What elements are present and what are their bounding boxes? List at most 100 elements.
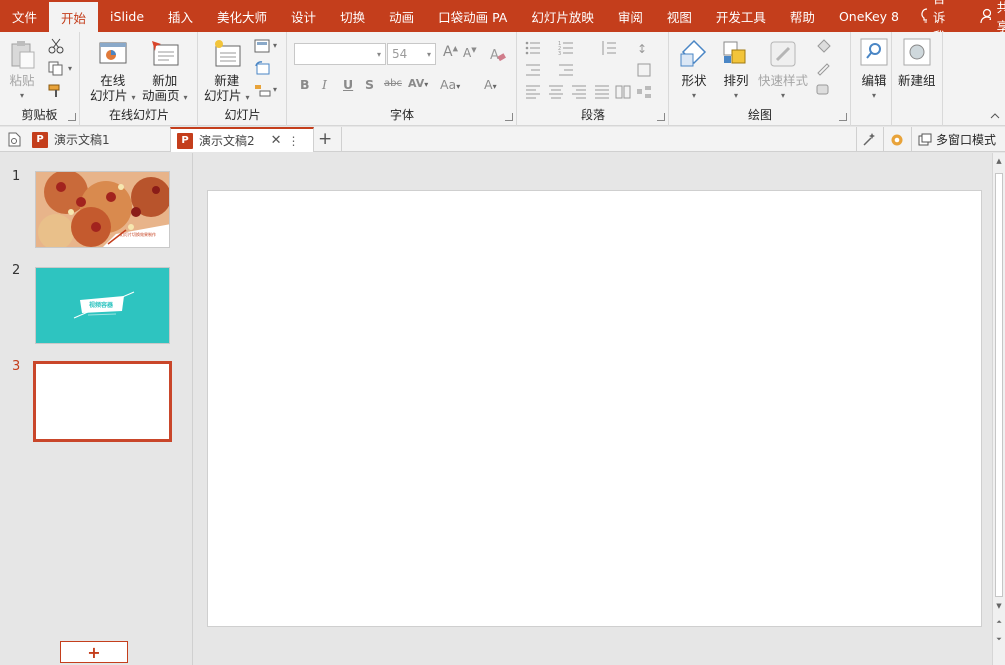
- scroll-thumb[interactable]: [995, 173, 1003, 597]
- decrease-indent-icon[interactable]: [525, 62, 543, 78]
- align-right-icon[interactable]: [571, 84, 589, 100]
- bold-icon[interactable]: B: [300, 77, 310, 92]
- magic-wand-icon[interactable]: [861, 132, 877, 148]
- next-slide-icon[interactable]: ⏷: [993, 633, 1005, 645]
- increase-indent-icon[interactable]: [558, 62, 576, 78]
- slide-editing-canvas: [194, 153, 992, 665]
- tab-document-1[interactable]: P 演示文稿1: [26, 127, 168, 152]
- slides-group: 新建 幻灯片 ▾ ▾ ▾ 幻灯片: [199, 32, 287, 126]
- drawing-launcher-icon[interactable]: [839, 113, 847, 121]
- font-color-icon[interactable]: A▾: [484, 77, 497, 92]
- arrange-button[interactable]: 排列 ▾: [720, 38, 752, 103]
- new-tab-button[interactable]: +: [318, 129, 332, 149]
- shapes-button[interactable]: 形状 ▾: [678, 38, 710, 103]
- online-slides-button[interactable]: 在线 幻灯片 ▾: [90, 38, 136, 105]
- bullets-icon[interactable]: [525, 40, 543, 56]
- multi-window-button[interactable]: 多窗口模式: [918, 131, 996, 148]
- shadow-icon[interactable]: S: [365, 77, 374, 92]
- scroll-down-icon[interactable]: ▼: [993, 600, 1005, 612]
- quick-styles-button[interactable]: 快速样式 ▾: [758, 38, 808, 103]
- menu-pocket-anim[interactable]: 口袋动画 PA: [426, 0, 519, 32]
- menu-home[interactable]: 开始: [49, 2, 99, 32]
- tab-more-icon[interactable]: ⋮: [288, 134, 300, 148]
- menu-file[interactable]: 文件: [0, 0, 49, 32]
- align-left-icon[interactable]: [525, 84, 543, 100]
- menu-slideshow[interactable]: 幻灯片放映: [519, 0, 606, 32]
- add-slide-button[interactable]: +: [60, 641, 128, 663]
- change-case-icon[interactable]: Aa▾: [440, 77, 460, 92]
- columns-icon[interactable]: [615, 84, 633, 100]
- shrink-font-icon[interactable]: A▼: [463, 46, 477, 60]
- font-name-field[interactable]: ▾: [294, 43, 386, 65]
- menu-islide[interactable]: iSlide: [98, 0, 156, 32]
- grow-font-icon[interactable]: A▲: [443, 44, 458, 60]
- align-center-icon[interactable]: [548, 84, 566, 100]
- font-size-dropdown-icon: ▾: [426, 50, 431, 59]
- settings-gear-icon[interactable]: [889, 132, 905, 148]
- clipboard-group: 粘贴 ▾ ▾ 剪贴板: [0, 32, 80, 126]
- scroll-up-icon[interactable]: ▲: [993, 155, 1005, 167]
- menu-help[interactable]: 帮助: [778, 0, 827, 32]
- arrange-label: 排列: [723, 73, 749, 88]
- new-anim-page-button[interactable]: 新加 动画页 ▾: [142, 38, 188, 105]
- slide-thumbnails-pane: 1 幻灯片切换效果制作 2 视频容器 3 +: [0, 153, 193, 665]
- format-painter-icon[interactable]: [47, 82, 65, 98]
- cut-icon[interactable]: [47, 38, 65, 54]
- reset-icon[interactable]: [254, 60, 272, 76]
- close-tab-icon[interactable]: ✕: [271, 133, 282, 148]
- underline-icon[interactable]: U: [343, 77, 353, 92]
- justify-icon[interactable]: [594, 84, 612, 100]
- menu-animations[interactable]: 动画: [377, 0, 426, 32]
- previous-slide-icon[interactable]: ⏶: [993, 616, 1005, 628]
- align-text-icon[interactable]: [636, 62, 654, 78]
- font-launcher-icon[interactable]: [505, 113, 513, 121]
- layout-dropdown-icon[interactable]: ▾: [273, 41, 277, 50]
- powerpoint-icon: P: [32, 131, 48, 148]
- shape-effects-icon[interactable]: [815, 82, 833, 98]
- menu-view[interactable]: 视图: [655, 0, 704, 32]
- line-spacing-icon[interactable]: [600, 40, 618, 56]
- menu-developer[interactable]: 开发工具: [704, 0, 778, 32]
- collapse-ribbon-icon[interactable]: [990, 112, 1000, 120]
- menu-insert[interactable]: 插入: [156, 0, 205, 32]
- menu-transitions[interactable]: 切换: [328, 0, 377, 32]
- section-dropdown-icon[interactable]: ▾: [273, 85, 277, 94]
- page-icon[interactable]: [7, 132, 21, 147]
- edit-dropdown-icon: ▾: [871, 91, 876, 100]
- shape-fill-icon[interactable]: [815, 38, 833, 54]
- text-direction-icon[interactable]: ↕: [636, 40, 654, 56]
- numbering-icon[interactable]: 123: [558, 40, 576, 56]
- lightbulb-icon: [921, 7, 927, 22]
- layout-icon[interactable]: [254, 38, 272, 54]
- shape-outline-icon[interactable]: [815, 60, 833, 76]
- font-size-field[interactable]: 54 ▾: [387, 43, 436, 65]
- arrange-icon: [723, 41, 746, 64]
- tell-me-button[interactable]: 告诉我: [911, 0, 966, 44]
- smartart-icon[interactable]: [636, 84, 654, 100]
- slide-thumbnail-2[interactable]: 视频容器: [35, 267, 170, 344]
- new-group-button[interactable]: 新建组: [898, 38, 936, 88]
- clipboard-launcher-icon[interactable]: [68, 113, 76, 121]
- menu-design[interactable]: 设计: [279, 0, 328, 32]
- section-icon[interactable]: [254, 82, 272, 98]
- copy-dropdown-icon[interactable]: ▾: [68, 64, 72, 73]
- copy-icon[interactable]: [47, 60, 65, 76]
- strikethrough-icon[interactable]: abc: [384, 78, 402, 89]
- char-spacing-icon[interactable]: AV▾: [408, 77, 428, 90]
- menu-onekey[interactable]: OneKey 8: [827, 0, 911, 32]
- slide-thumbnail-3[interactable]: [33, 361, 172, 442]
- vertical-scrollbar[interactable]: ▲ ▼ ⏶ ⏷: [992, 153, 1005, 665]
- edit-button[interactable]: 编辑 ▾: [858, 38, 890, 103]
- clear-format-icon[interactable]: A: [489, 46, 507, 62]
- paragraph-launcher-icon[interactable]: [657, 113, 665, 121]
- current-slide[interactable]: [207, 190, 982, 627]
- italic-icon[interactable]: I: [322, 77, 327, 92]
- menu-beautify[interactable]: 美化大师: [205, 0, 279, 32]
- share-button[interactable]: 共享: [966, 0, 1005, 34]
- find-icon: [860, 38, 888, 66]
- paste-button[interactable]: 粘贴 ▾: [6, 38, 38, 103]
- tab-document-2[interactable]: P 演示文稿2 ✕ ⋮: [170, 127, 314, 152]
- slide-thumbnail-1[interactable]: 幻灯片切换效果制作: [35, 171, 170, 248]
- new-slide-button[interactable]: 新建 幻灯片 ▾: [204, 38, 250, 105]
- menu-review[interactable]: 审阅: [606, 0, 655, 32]
